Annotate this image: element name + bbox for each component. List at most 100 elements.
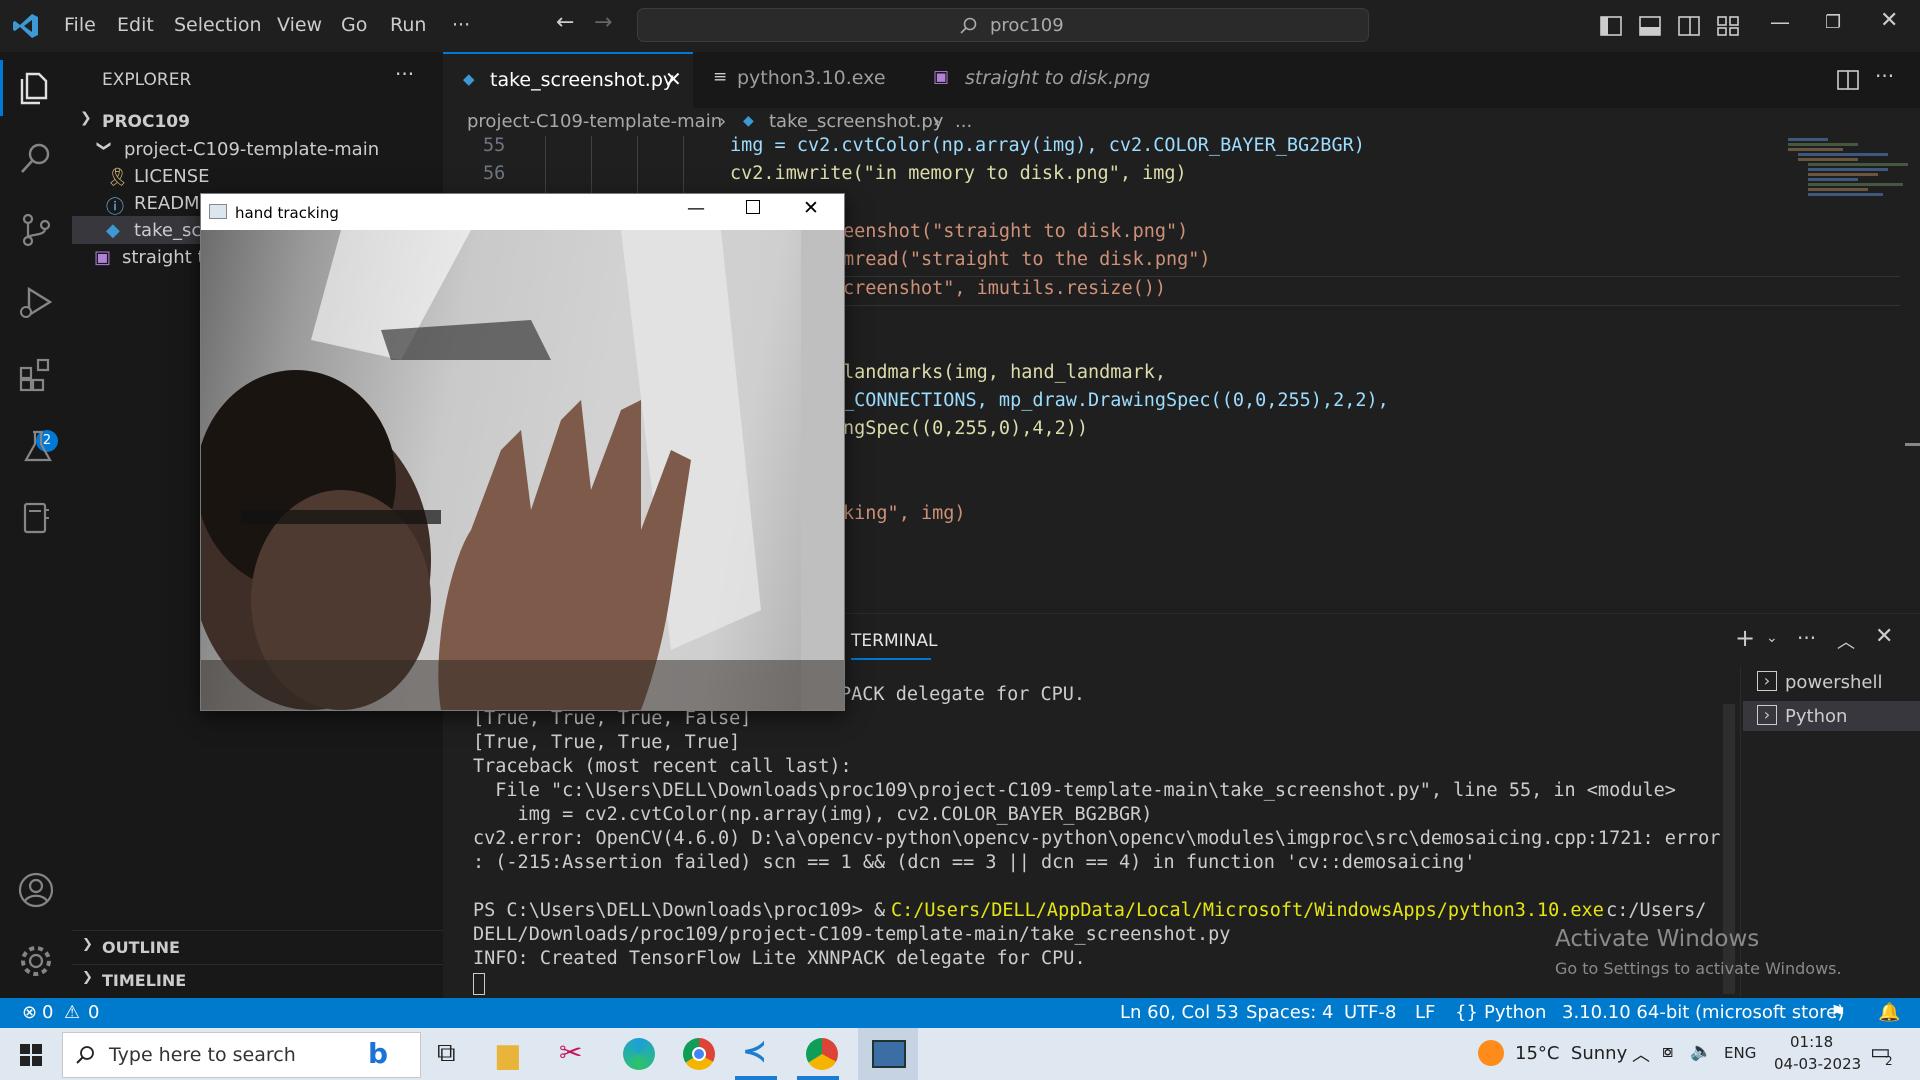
split-editor-icon[interactable] [1837,70,1859,90]
menu-go[interactable]: Go [341,14,367,36]
command-center-search[interactable]: proc109 [637,8,1369,42]
chevron-down-icon[interactable]: ⌄ [1766,630,1778,646]
close-panel-icon[interactable]: ✕ [1875,624,1893,649]
windows-taskbar: Type here to search b ⧉ ▆ ✂ ≺ 15°C Sunny… [0,1028,1920,1080]
breadcrumb-file[interactable]: take_screenshot.py [769,111,943,132]
snipping-tool-icon[interactable]: ✂ [559,1036,582,1069]
minimap[interactable] [1788,136,1908,296]
run-and-debug-icon[interactable] [16,282,56,322]
network-icon[interactable]: ⧇ [1662,1041,1673,1062]
clock-time[interactable]: 01:18 [1790,1033,1833,1051]
back-arrow-icon[interactable]: ← [556,10,574,35]
maximize-panel-icon[interactable]: ︿ [1837,628,1855,654]
terminal-list-item[interactable]: › powershell [1743,669,1920,699]
file-item-straight-to-disk[interactable]: straight t [122,247,205,268]
edge-browser-icon[interactable] [623,1038,655,1070]
breadcrumb-more[interactable]: ... [955,111,972,132]
toggle-primary-sidebar-icon[interactable] [1600,16,1622,36]
file-explorer-icon[interactable]: ▆ [497,1037,519,1070]
workspace-root[interactable]: PROC109 [102,112,190,132]
chevron-right-icon: ❯ [82,970,93,985]
tab-take-screenshot[interactable]: ◆ take_screenshot.py ✕ [443,52,693,108]
chevron-right-icon: ❯ [82,937,93,952]
python-interpreter[interactable]: 3.10.10 64-bit (microsoft store) [1562,1002,1844,1023]
file-item-readme[interactable]: READM [134,193,200,214]
error-icon[interactable]: ⊗ [22,1002,37,1023]
customize-layout-icon[interactable] [1717,16,1739,36]
webcam-image [201,230,844,710]
chrome-browser-icon[interactable] [683,1038,715,1070]
feedback-icon[interactable]: ⚑ [1830,1002,1846,1023]
more-actions-icon[interactable]: ··· [1797,626,1816,650]
indentation[interactable]: Spaces: 4 [1246,1002,1333,1023]
explorer-files-icon[interactable] [16,66,56,106]
taskbar-search-box[interactable]: Type here to search b [62,1032,421,1078]
settings-gear-icon[interactable] [16,941,56,981]
warning-icon[interactable]: ⚠ [64,1002,80,1023]
menu-file[interactable]: File [64,14,96,36]
menu-edit[interactable]: Edit [117,14,154,36]
breadcrumb-folder[interactable]: project-C109-template-main [467,111,722,132]
toggle-secondary-sidebar-icon[interactable] [1678,16,1700,36]
vscode-taskbar-icon[interactable]: ≺ [742,1034,767,1069]
more-actions-icon[interactable]: ··· [395,62,414,86]
testing-flask-icon[interactable] [18,426,58,466]
hand-tracking-window[interactable]: hand tracking — ✕ [200,193,845,711]
toggle-panel-icon[interactable] [1639,16,1661,36]
braces-icon: {} [1455,1002,1478,1023]
terminal-line: DELL/Downloads/proc109/project-C109-temp… [473,924,1231,945]
search-icon[interactable] [16,138,56,178]
hand-tracking-titlebar[interactable]: hand tracking — ✕ [201,194,844,230]
error-count[interactable]: 0 [42,1002,53,1023]
clock-date[interactable]: 04-03-2023 [1774,1055,1861,1073]
terminal-icon: › [1757,705,1777,725]
end-of-line[interactable]: LF [1415,1002,1435,1023]
close-window-icon[interactable]: ✕ [1880,8,1898,33]
windows-start-icon[interactable] [20,1044,42,1066]
task-view-icon[interactable]: ⧉ [437,1038,456,1069]
outline-section[interactable]: OUTLINE [102,938,180,957]
source-control-icon[interactable] [16,210,56,250]
bing-icon[interactable]: b [368,1037,388,1070]
close-tab-icon[interactable]: ✕ [665,67,682,91]
maximize-window-icon[interactable] [746,200,760,214]
terminal-name: Python [1785,706,1848,727]
terminal-list-item[interactable]: › Python [1743,701,1920,731]
weather-text[interactable]: 15°C Sunny [1515,1043,1627,1064]
close-window-icon[interactable]: ✕ [803,197,819,219]
show-hidden-icons[interactable]: ︿ [1632,1041,1650,1067]
minimize-window-icon[interactable]: — [1770,10,1790,34]
terminal-line: img = cv2.cvtColor(np.array(img), cv2.CO… [473,804,1153,825]
menu-selection[interactable]: Selection [174,14,262,36]
forward-arrow-icon[interactable]: → [594,10,612,35]
search-icon [960,17,977,34]
menu-more[interactable]: ··· [452,14,470,36]
python-window-taskbar[interactable] [858,1028,918,1080]
file-item-license[interactable]: LICENSE [134,166,210,187]
chrome-profile-icon[interactable] [806,1038,838,1070]
tab-python-exe[interactable]: ≡ python3.10.exe [693,52,893,108]
extensions-icon[interactable] [16,354,56,394]
accounts-icon[interactable] [16,870,56,910]
timeline-section[interactable]: TIMELINE [102,971,186,990]
new-terminal-icon[interactable]: + [1735,624,1755,652]
language-mode[interactable]: Python [1484,1002,1546,1023]
notebook-icon[interactable] [16,498,56,538]
folder-item[interactable]: project-C109-template-main [124,139,379,160]
volume-icon[interactable]: 🔈 [1690,1041,1712,1062]
cursor-position[interactable]: Ln 60, Col 53 [1120,1002,1239,1023]
minimize-window-icon[interactable]: — [687,198,705,219]
code-line: cv2.imwrite("in memory to disk.png", img… [730,163,1187,184]
menu-view[interactable]: View [277,14,322,36]
restore-window-icon[interactable]: ❐ [1825,12,1841,33]
file-item-take-screenshot[interactable]: take_scr [134,220,209,241]
warning-count[interactable]: 0 [88,1002,99,1023]
input-language[interactable]: ENG [1724,1044,1756,1062]
tab-terminal[interactable]: TERMINAL [851,631,937,651]
tab-straight-to-disk[interactable]: ▣ straight to disk.png [923,52,1158,108]
more-actions-icon[interactable]: ··· [1875,64,1894,88]
notifications-bell-icon[interactable]: 🔔 [1878,1002,1900,1023]
menu-run[interactable]: Run [390,14,426,36]
vscode-logo-icon [13,14,38,38]
encoding[interactable]: UTF-8 [1344,1002,1396,1023]
